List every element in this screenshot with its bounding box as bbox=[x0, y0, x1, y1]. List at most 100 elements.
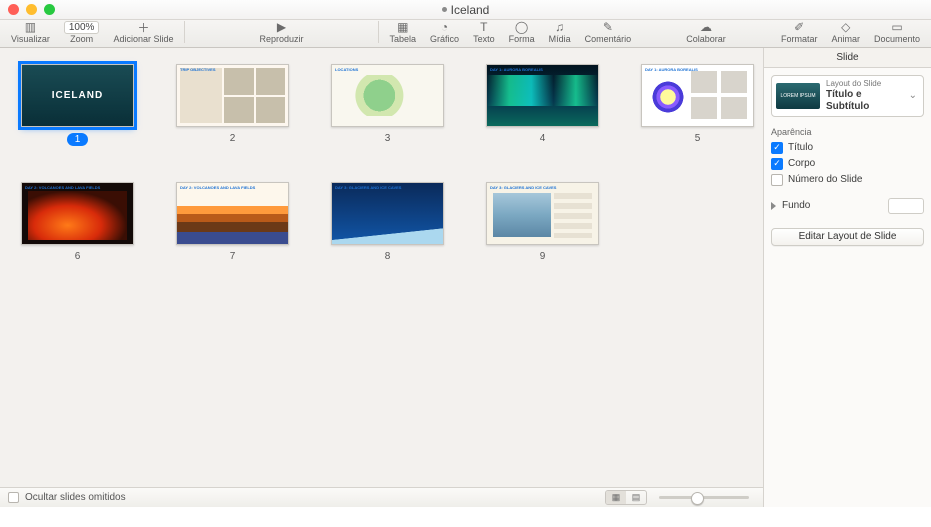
view-menu-button[interactable]: ▥ Visualizar bbox=[4, 20, 57, 44]
edited-indicator-icon bbox=[442, 7, 447, 12]
slide-preview: TRIP OBJECTIVES bbox=[176, 64, 289, 127]
background-disclosure-row[interactable]: Fundo bbox=[771, 198, 924, 214]
insert-media-button[interactable]: ♫ Mídia bbox=[542, 20, 578, 44]
slide-thumbnail[interactable]: DAY 3: GLACIERS AND ICE CAVES 9 bbox=[485, 182, 600, 262]
format-inspector: Slide LOREM IPSUM Layout do Slide Título… bbox=[763, 48, 931, 507]
slide-number-label: 8 bbox=[385, 251, 391, 262]
slide-preview: DAY 1: AURORA BOREALIS bbox=[486, 64, 599, 127]
shape-label: Forma bbox=[509, 34, 535, 44]
media-label: Mídia bbox=[549, 34, 571, 44]
chevron-down-icon: ⌄ bbox=[909, 90, 919, 101]
title-checkbox[interactable]: ✓ bbox=[771, 142, 783, 154]
zoom-menu-button[interactable]: 100% Zoom bbox=[57, 20, 107, 44]
document-title-text: Iceland bbox=[451, 3, 490, 17]
play-button[interactable]: ▶ Reproduzir bbox=[189, 20, 373, 44]
slide-number-label: 7 bbox=[230, 251, 236, 262]
canvas-footer: Ocultar slides omitidos ▦ ▤ bbox=[0, 487, 763, 507]
slide-thumbnail[interactable]: TRIP OBJECTIVES 2 bbox=[175, 64, 290, 146]
disclosure-triangle-icon bbox=[771, 202, 776, 210]
slide-number-label: 9 bbox=[540, 251, 546, 262]
light-table-mode-icon[interactable]: ▦ bbox=[606, 491, 626, 504]
insert-comment-button[interactable]: ✎ Comentário bbox=[578, 20, 639, 44]
play-icon: ▶ bbox=[277, 20, 286, 34]
slide-number-checkbox[interactable] bbox=[771, 174, 783, 186]
view-label: Visualizar bbox=[11, 34, 50, 44]
insert-text-button[interactable]: T Texto bbox=[466, 20, 502, 44]
format-label: Formatar bbox=[781, 34, 818, 44]
zoom-value: 100% bbox=[64, 21, 100, 34]
main-toolbar: ▥ Visualizar 100% Zoom ＋ Adicionar Slide… bbox=[0, 20, 931, 48]
document-inspector-button[interactable]: ▭ Documento bbox=[867, 20, 927, 44]
layout-name: Título e Subtítulo bbox=[826, 89, 903, 113]
slide-thumbnail[interactable]: LOCATIONS 3 bbox=[330, 64, 445, 146]
navigator-mode-icon[interactable]: ▤ bbox=[626, 491, 646, 504]
edit-layout-label: Editar Layout de Slide bbox=[799, 231, 897, 242]
animate-icon: ◇ bbox=[841, 20, 850, 34]
comment-label: Comentário bbox=[585, 34, 632, 44]
slide-preview: DAY 3: GLACIERS AND ICE CAVES bbox=[486, 182, 599, 245]
layout-caption: Layout do Slide bbox=[826, 79, 903, 89]
slide-preview: LOCATIONS bbox=[331, 64, 444, 127]
slide-layout-picker[interactable]: LOREM IPSUM Layout do Slide Título e Sub… bbox=[771, 75, 924, 117]
slide-thumbnail[interactable]: DAY 2: VOLCANOES AND LAVA FIELDS 6 bbox=[20, 182, 135, 262]
edit-slide-layout-button[interactable]: Editar Layout de Slide bbox=[771, 228, 924, 246]
collaborate-button[interactable]: ☁ Colaborar bbox=[679, 20, 733, 44]
chart-label: Gráfico bbox=[430, 34, 459, 44]
table-label: Tabela bbox=[390, 34, 417, 44]
collaborate-label: Colaborar bbox=[686, 34, 726, 44]
layout-thumb-text: LOREM IPSUM bbox=[780, 93, 815, 99]
slide-header-text: DAY 2: VOLCANOES AND LAVA FIELDS bbox=[25, 185, 130, 190]
slide-preview: ICELAND bbox=[21, 64, 134, 127]
document-title: Iceland bbox=[0, 3, 931, 17]
slide-header-text: DAY 1: AURORA BOREALIS bbox=[490, 67, 595, 72]
view-mode-segment[interactable]: ▦ ▤ bbox=[605, 490, 647, 505]
slide-header-text: TRIP OBJECTIVES bbox=[180, 67, 285, 72]
slide-number-label: 1 bbox=[67, 133, 89, 146]
inspector-tab-label: Slide bbox=[836, 52, 858, 63]
slide-number-label: 6 bbox=[75, 251, 81, 262]
light-table-view[interactable]: ICELAND 1 TRIP OBJECTIVES 2 LOCATIONS 3 DAY 1:… bbox=[0, 48, 763, 487]
background-label: Fundo bbox=[782, 200, 810, 211]
insert-shape-button[interactable]: ◯ Forma bbox=[502, 20, 542, 44]
title-checkbox-label: Título bbox=[788, 142, 813, 153]
slide-thumbnail[interactable]: DAY 2: VOLCANOES AND LAVA FIELDS 7 bbox=[175, 182, 290, 262]
slide-preview: DAY 2: VOLCANOES AND LAVA FIELDS bbox=[21, 182, 134, 245]
slide-thumbnail[interactable]: ICELAND 1 bbox=[20, 64, 135, 146]
slide-header-text: DAY 2: VOLCANOES AND LAVA FIELDS bbox=[180, 185, 285, 190]
slide-number-checkbox-label: Número do Slide bbox=[788, 174, 862, 185]
insert-chart-button[interactable]: ◔ Gráfico bbox=[423, 20, 466, 44]
document-icon: ▭ bbox=[891, 20, 902, 34]
animate-inspector-button[interactable]: ◇ Animar bbox=[824, 20, 867, 44]
insert-table-button[interactable]: ▦ Tabela bbox=[383, 20, 424, 44]
slide-header-text: DAY 3: GLACIERS AND ICE CAVES bbox=[490, 185, 595, 190]
add-slide-label: Adicionar Slide bbox=[113, 34, 173, 44]
media-icon: ♫ bbox=[555, 20, 564, 34]
plus-icon: ＋ bbox=[137, 20, 149, 34]
document-label: Documento bbox=[874, 34, 920, 44]
slide-number-label: 2 bbox=[230, 133, 236, 144]
appearance-section-label: Aparência bbox=[771, 127, 924, 137]
slide-thumbnail[interactable]: DAY 3: GLACIERS AND ICE CAVES 8 bbox=[330, 182, 445, 262]
inspector-tab-slide[interactable]: Slide bbox=[764, 48, 931, 68]
add-slide-button[interactable]: ＋ Adicionar Slide bbox=[106, 20, 180, 44]
chart-icon: ◔ bbox=[441, 20, 448, 34]
slide-header-text: LOCATIONS bbox=[335, 67, 440, 72]
slide-title-text: ICELAND bbox=[52, 90, 103, 101]
slide-number-label: 4 bbox=[540, 133, 546, 144]
slide-number-label: 5 bbox=[695, 133, 701, 144]
format-inspector-button[interactable]: ✐ Formatar bbox=[774, 20, 825, 44]
hide-skipped-label: Ocultar slides omitidos bbox=[25, 492, 126, 503]
thumbnail-zoom-slider[interactable] bbox=[659, 496, 749, 499]
slide-thumbnail[interactable]: DAY 1: AURORA BOREALIS5 bbox=[640, 64, 755, 146]
background-color-well[interactable] bbox=[888, 198, 924, 214]
slide-preview: DAY 3: GLACIERS AND ICE CAVES bbox=[331, 182, 444, 245]
text-icon: T bbox=[480, 20, 487, 34]
body-checkbox[interactable]: ✓ bbox=[771, 158, 783, 170]
comment-icon: ✎ bbox=[603, 20, 613, 34]
slide-number-label: 3 bbox=[385, 133, 391, 144]
toolbar-separator bbox=[184, 21, 185, 43]
slide-thumbnail[interactable]: DAY 1: AURORA BOREALIS 4 bbox=[485, 64, 600, 146]
paintbrush-icon: ✐ bbox=[794, 20, 804, 34]
toolbar-separator bbox=[378, 21, 379, 43]
hide-skipped-checkbox[interactable] bbox=[8, 492, 19, 503]
